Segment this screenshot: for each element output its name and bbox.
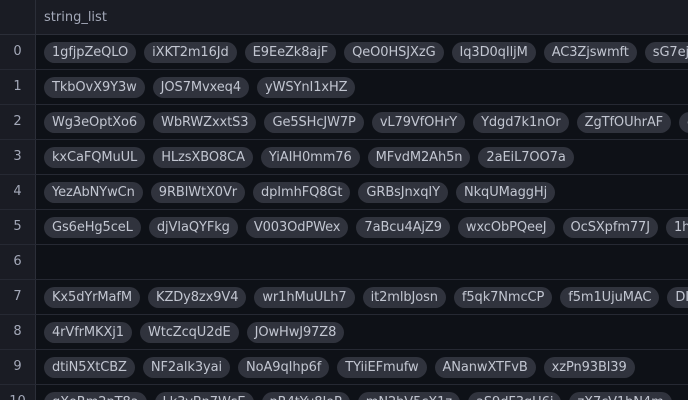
list-item-chip: 1hrFMT7hor (665, 216, 688, 238)
row-index: 4 (0, 175, 36, 209)
list-cell[interactable]: TkbOvX9Y3w JOS7Mvxeq4 yWSYnI1xHZ (36, 70, 688, 104)
list-item-chip: f5qk7NmcCP (453, 286, 553, 308)
list-item-chip: MFvdM2Ah5n (367, 146, 471, 168)
list-item-chip: xzPn93Bl39 (543, 356, 635, 378)
list-item-chip: ZgTfOUhrAF (576, 111, 672, 133)
row-index: 10 (0, 385, 36, 400)
list-item-chip: Iq3D0qIljM (451, 41, 536, 63)
row-index: 7 (0, 280, 36, 314)
list-item-chip: qXoRm2pT8a (44, 391, 147, 400)
list-item-chip: 4rVfrMKXj1 (44, 321, 132, 343)
table-row: 5 Gs6eHg5ceL djVIaQYFkg V003OdPWex 7aBcu4AjZ… (0, 210, 688, 245)
list-item-chip: mN2bV5cX1z (357, 391, 461, 400)
row-index: 2 (0, 105, 36, 139)
list-item-chip: dpImhFQ8Gt (253, 181, 351, 203)
list-item-chip: JOwHwJ97Z8 (246, 321, 345, 343)
list-item-chip: djVIaQYFkg (148, 216, 238, 238)
list-item-chip: NoA9qIhp6f (238, 356, 330, 378)
row-index: 5 (0, 210, 36, 244)
list-cell[interactable]: 1gfjpZeQLO iXKT2m16Jd E9EeZk8ajF QeO0HSJXzG… (36, 35, 688, 69)
list-item-chip: 2aEiL7OO7a (478, 146, 574, 168)
table-row: 0 1gfjpZeQLO iXKT2m16Jd E9EeZk8ajF QeO0HSJXz… (0, 35, 688, 70)
dataframe-grid[interactable]: string_list 0 1gfjpZeQLO iXKT2m16Jd E9EeZk8… (0, 0, 688, 400)
list-cell[interactable] (36, 245, 688, 279)
list-item-chip: wxcObPQeeJ (457, 216, 555, 238)
list-item-chip: aS9dF3gH6j (468, 391, 562, 400)
table-row: 10 qXoRm2pT8a Lk3vBn7WsE pR4tYu8IoP mN2bV5cX… (0, 385, 688, 400)
list-item-chip: OcSXpfm77J (562, 216, 658, 238)
row-index: 8 (0, 315, 36, 349)
list-item-chip: NF2alk3yai (142, 356, 230, 378)
table-body: 0 1gfjpZeQLO iXKT2m16Jd E9EeZk8ajF QeO0HSJXz… (0, 35, 688, 400)
list-item-chip: Ydgd7k1nOr (473, 111, 569, 133)
list-item-chip: eUZ58O09bD (679, 111, 688, 133)
list-item-chip: vL79VfOHrY (371, 111, 466, 133)
table-row: 9 dtiN5XtCBZ NF2alk3yai NoA9qIhp6f TYiiEFmuf… (0, 350, 688, 385)
table-row: 7 Kx5dYrMafM KZDy8zx9V4 wr1hMuULh7 it2mlbJos… (0, 280, 688, 315)
list-item-chip: YiAIH0mm76 (260, 146, 360, 168)
list-item-chip: WbRWZxxtS3 (153, 111, 257, 133)
list-item-chip: AC3Zjswmft (543, 41, 637, 63)
list-item-chip: sG7ejW3xV3 (644, 41, 688, 63)
list-item-chip: NkqUMaggHj (456, 181, 556, 203)
index-corner-cell (0, 0, 36, 35)
table-row: 1 TkbOvX9Y3w JOS7Mvxeq4 yWSYnI1xHZ (0, 70, 688, 105)
list-item-chip: YezAbNYwCn (44, 181, 143, 203)
list-item-chip: Gs6eHg5ceL (44, 216, 141, 238)
list-cell[interactable]: 4rVfrMKXj1 WtcZcqU2dE JOwHwJ97Z8 (36, 315, 688, 349)
list-item-chip: HLzsXBO8CA (153, 146, 253, 168)
list-item-chip: QeO0HSJXzG (344, 41, 444, 63)
table-row: 4 YezAbNYwCn 9RBlWtX0Vr dpImhFQ8Gt GRBsJnxqI… (0, 175, 688, 210)
list-item-chip: Ge5SHcJW7P (264, 111, 364, 133)
list-item-chip: TYiiEFmufw (337, 356, 427, 378)
list-item-chip: yWSYnI1xHZ (257, 76, 356, 98)
row-index: 6 (0, 245, 36, 279)
list-item-chip: E9EeZk8ajF (244, 41, 337, 63)
list-item-chip: zX7cV1bN4m (569, 391, 672, 400)
list-item-chip: pR4tYu8IoP (261, 391, 350, 400)
list-item-chip: f5m1UjuMAC (560, 286, 660, 308)
list-item-chip: 9RBlWtX0Vr (150, 181, 245, 203)
list-cell[interactable]: Wg3eOptXo6 WbRWZxxtS3 Ge5SHcJW7P vL79VfOHrY… (36, 105, 688, 139)
table-header: string_list (0, 0, 688, 35)
table-row: 6 (0, 245, 688, 280)
list-item-chip: TkbOvX9Y3w (44, 76, 145, 98)
list-cell[interactable]: YezAbNYwCn 9RBlWtX0Vr dpImhFQ8Gt GRBsJnxqIY… (36, 175, 688, 209)
list-item-chip: WtcZcqU2dE (139, 321, 239, 343)
list-item-chip: KZDy8zx9V4 (148, 286, 247, 308)
list-item-chip: it2mlbJosn (362, 286, 446, 308)
list-cell[interactable]: qXoRm2pT8a Lk3vBn7WsE pR4tYu8IoP mN2bV5cX1z… (36, 385, 688, 400)
column-header-string-list[interactable]: string_list (36, 0, 688, 35)
list-item-chip: Wg3eOptXo6 (44, 111, 146, 133)
list-cell[interactable]: dtiN5XtCBZ NF2alk3yai NoA9qIhp6f TYiiEFmufw… (36, 350, 688, 384)
list-item-chip: 7aBcu4AjZ9 (356, 216, 450, 238)
table-row: 3 kxCaFQMuUL HLzsXBO8CA YiAIH0mm76 MFvdM2Ah5… (0, 140, 688, 175)
list-item-chip: DIPc3rnOqr (667, 286, 688, 308)
list-item-chip: 1gfjpZeQLO (44, 41, 137, 63)
list-cell[interactable]: kxCaFQMuUL HLzsXBO8CA YiAIH0mm76 MFvdM2Ah5n… (36, 140, 688, 174)
table-row: 8 4rVfrMKXj1 WtcZcqU2dE JOwHwJ97Z8 (0, 315, 688, 350)
list-cell[interactable]: Gs6eHg5ceL djVIaQYFkg V003OdPWex 7aBcu4AjZ9… (36, 210, 688, 244)
list-item-chip: Kx5dYrMafM (44, 286, 141, 308)
list-item-chip: Lk3vBn7WsE (154, 391, 254, 400)
row-index: 0 (0, 35, 36, 69)
row-index: 3 (0, 140, 36, 174)
list-item-chip: JOS7Mvxeq4 (152, 76, 249, 98)
list-item-chip: dtiN5XtCBZ (44, 356, 135, 378)
list-item-chip: ANanwXTFvB (434, 356, 536, 378)
list-item-chip: wr1hMuULh7 (254, 286, 355, 308)
list-item-chip: kxCaFQMuUL (44, 146, 146, 168)
row-index: 1 (0, 70, 36, 104)
table-row: 2 Wg3eOptXo6 WbRWZxxtS3 Ge5SHcJW7P vL79VfOHr… (0, 105, 688, 140)
list-item-chip: V003OdPWex (245, 216, 349, 238)
list-item-chip: iXKT2m16Jd (144, 41, 237, 63)
list-cell[interactable]: Kx5dYrMafM KZDy8zx9V4 wr1hMuULh7 it2mlbJosn… (36, 280, 688, 314)
row-index: 9 (0, 350, 36, 384)
list-item-chip: GRBsJnxqIY (358, 181, 448, 203)
